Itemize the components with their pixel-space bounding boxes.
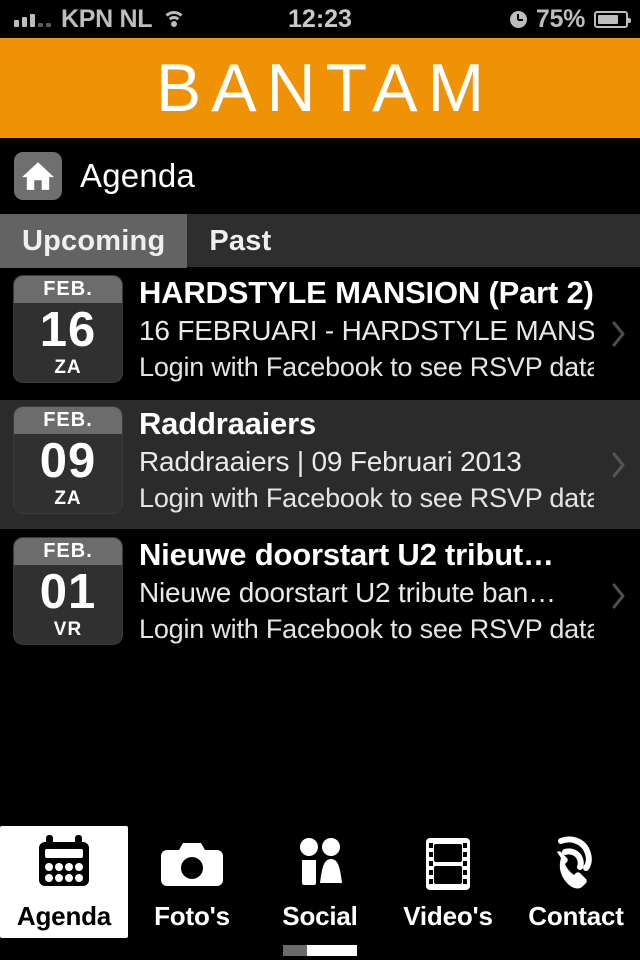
nav-label-social: Social xyxy=(282,900,358,931)
nav-label-contact: Contact xyxy=(528,900,624,931)
date-badge-day: 16 xyxy=(39,303,97,357)
status-bar: KPN NL 12:23 75% xyxy=(0,0,640,38)
status-bar-right: 75% xyxy=(509,0,631,38)
phone-icon xyxy=(547,833,605,895)
event-subtitle: Raddraaiers | 09 Februari 2013 xyxy=(139,446,522,477)
date-badge: FEB. 16 ZA xyxy=(14,276,122,382)
event-rsvp-note: Login with Facebook to see RSVP data. xyxy=(139,483,594,513)
chevron-right-icon xyxy=(612,583,626,609)
event-row[interactable]: FEB. 01 VR Nieuwe doorstart U2 tribut… N… xyxy=(0,531,640,662)
event-title: Raddraaiers xyxy=(139,406,317,441)
home-button[interactable] xyxy=(14,152,62,200)
date-badge-weekday: ZA xyxy=(54,357,82,378)
date-badge: FEB. 09 ZA xyxy=(14,407,122,513)
date-badge-day: 01 xyxy=(39,565,97,619)
nav-label-agenda: Agenda xyxy=(16,900,112,931)
people-icon xyxy=(290,833,350,895)
date-badge-month: FEB. xyxy=(14,276,122,303)
event-rsvp-note: Login with Facebook to see RSVP data. xyxy=(139,352,594,382)
nav-item-social[interactable]: Social xyxy=(256,826,384,938)
date-badge-day: 09 xyxy=(39,434,97,488)
nav-item-agenda[interactable]: Agenda xyxy=(0,826,128,938)
date-badge-weekday: VR xyxy=(53,619,83,640)
home-icon xyxy=(21,159,55,193)
event-rsvp-note: Login with Facebook to see RSVP data. xyxy=(139,614,594,644)
event-row[interactable]: FEB. 16 ZA HARDSTYLE MANSION (Part 2) 16… xyxy=(0,269,640,400)
event-text: Nieuwe doorstart U2 tribut… Nieuwe doors… xyxy=(122,531,640,647)
date-badge-month: FEB. xyxy=(14,538,122,565)
battery-percent-label: 75% xyxy=(535,4,585,33)
chevron-right-icon xyxy=(612,452,626,478)
event-title: HARDSTYLE MANSION (Part 2) xyxy=(139,275,594,310)
brand-title: BANTAM xyxy=(155,50,495,126)
calendar-icon xyxy=(34,833,94,895)
tab-past-label: Past xyxy=(209,224,272,257)
home-indicator xyxy=(283,945,357,956)
app-screen: KPN NL 12:23 75% BANTAM Agenda Upcoming … xyxy=(0,0,640,960)
camera-icon xyxy=(161,833,223,895)
bottom-nav: Agenda Foto's Social Video's Contact xyxy=(0,820,640,960)
tab-upcoming-label: Upcoming xyxy=(22,224,166,257)
event-row[interactable]: FEB. 09 ZA Raddraaiers Raddraaiers | 09 … xyxy=(0,400,640,531)
nav-label-fotos: Foto's xyxy=(154,900,230,931)
battery-icon xyxy=(594,10,631,28)
date-badge-month: FEB. xyxy=(14,407,122,434)
nav-label-videos: Video's xyxy=(403,900,493,931)
chevron-right-icon xyxy=(612,321,626,347)
event-text: HARDSTYLE MANSION (Part 2) 16 FEBRUARI -… xyxy=(122,269,640,385)
event-subtitle: 16 FEBRUARI - HARDSTYLE MANSI… xyxy=(139,315,594,346)
film-strip-icon xyxy=(420,833,476,895)
date-badge: FEB. 01 VR xyxy=(14,538,122,644)
nav-item-contact[interactable]: Contact xyxy=(512,826,640,938)
tab-upcoming[interactable]: Upcoming xyxy=(0,214,188,268)
brand-banner: BANTAM xyxy=(0,38,640,138)
event-list: FEB. 16 ZA HARDSTYLE MANSION (Part 2) 16… xyxy=(0,269,640,662)
date-badge-weekday: ZA xyxy=(54,488,82,509)
tab-strip: Upcoming Past xyxy=(0,214,640,268)
event-subtitle: Nieuwe doorstart U2 tribute ban… xyxy=(139,577,556,608)
nav-item-videos[interactable]: Video's xyxy=(384,826,512,938)
page-title: Agenda xyxy=(80,157,195,194)
clock-icon xyxy=(509,10,527,28)
event-title: Nieuwe doorstart U2 tribut… xyxy=(139,537,554,572)
clock-label: 12:23 xyxy=(288,4,352,33)
tab-past[interactable]: Past xyxy=(187,214,293,268)
page-header: Agenda xyxy=(0,138,640,214)
nav-item-fotos[interactable]: Foto's xyxy=(128,826,256,938)
event-text: Raddraaiers Raddraaiers | 09 Februari 20… xyxy=(122,400,640,516)
